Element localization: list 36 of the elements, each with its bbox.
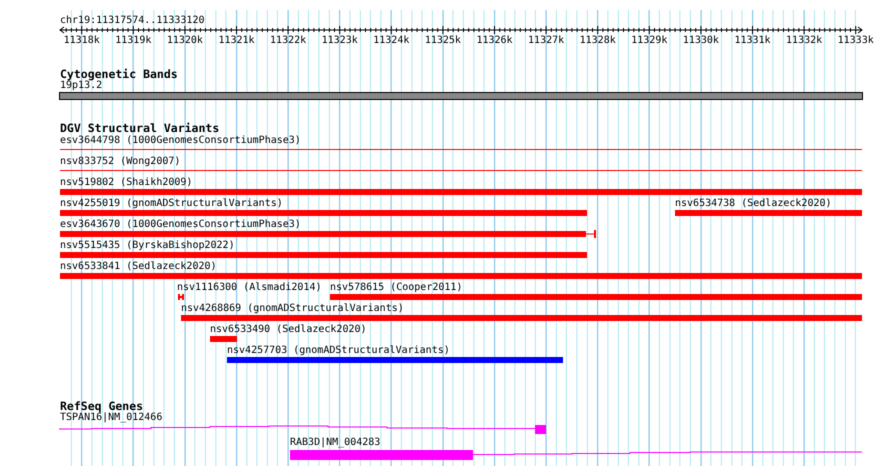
tick-label: 11326k bbox=[476, 35, 514, 47]
tick-label: 11319k bbox=[114, 35, 152, 47]
tick-label: 11322k bbox=[269, 35, 308, 47]
gene-label: TSPAN16|NM_012466 bbox=[60, 412, 162, 424]
variant-label: nsv6533490 (Sedlazeck2020) bbox=[210, 324, 367, 336]
track-title: RefSeq Genes bbox=[60, 400, 144, 413]
variant-label: nsv4257703 (gnomADStructuralVariants) bbox=[227, 345, 450, 357]
tick-label: 11331k bbox=[734, 35, 772, 47]
variant-label: nsv833752 (Wong2007) bbox=[60, 156, 180, 168]
tick-label: 11329k bbox=[630, 35, 668, 47]
variant-label: nsv6534738 (Sedlazeck2020) bbox=[675, 198, 832, 210]
tick-label: 11325k bbox=[424, 35, 462, 47]
tick-label: 11323k bbox=[320, 35, 359, 47]
location-label: chr19:11317574..11333120 bbox=[60, 15, 204, 27]
variant-label: nsv519802 (Shaikh2009) bbox=[60, 177, 192, 189]
tick-label: 11330k bbox=[682, 35, 720, 47]
tick-label: 11324k bbox=[372, 35, 410, 47]
variant-label: esv3644798 (1000GenomesConsortiumPhase3) bbox=[60, 135, 301, 147]
track-title: Cytogenetic Bands bbox=[60, 68, 178, 81]
variant-label: nsv4255019 (gnomADStructuralVariants) bbox=[60, 198, 283, 210]
tick-label: 11320k bbox=[166, 35, 204, 47]
tick-label: 11327k bbox=[527, 35, 566, 47]
tick-label: 11328k bbox=[578, 35, 617, 47]
variant-label: nsv4268869 (gnomADStructuralVariants) bbox=[181, 303, 404, 315]
variant-label: esv3643670 (1000GenomesConsortiumPhase3) bbox=[60, 219, 301, 231]
tick-label: 11332k bbox=[785, 35, 824, 47]
variant-label: nsv5515435 (ByrskaBishop2022) bbox=[60, 240, 235, 252]
tick-label: 11318k bbox=[62, 35, 101, 47]
track-title: DGV Structural Variants bbox=[60, 122, 220, 135]
gene-label: RAB3D|NM_004283 bbox=[290, 437, 380, 449]
band-label: 19p13.2 bbox=[60, 80, 102, 92]
tick-label: 11321k bbox=[218, 35, 256, 47]
variant-label: nsv6533841 (Sedlazeck2020) bbox=[60, 261, 217, 273]
variant-label: nsv578615 (Cooper2011) bbox=[330, 282, 462, 294]
tick-label: 11333k bbox=[836, 35, 875, 47]
variant-label: nsv1116300 (Alsmadi2014) bbox=[177, 282, 322, 294]
